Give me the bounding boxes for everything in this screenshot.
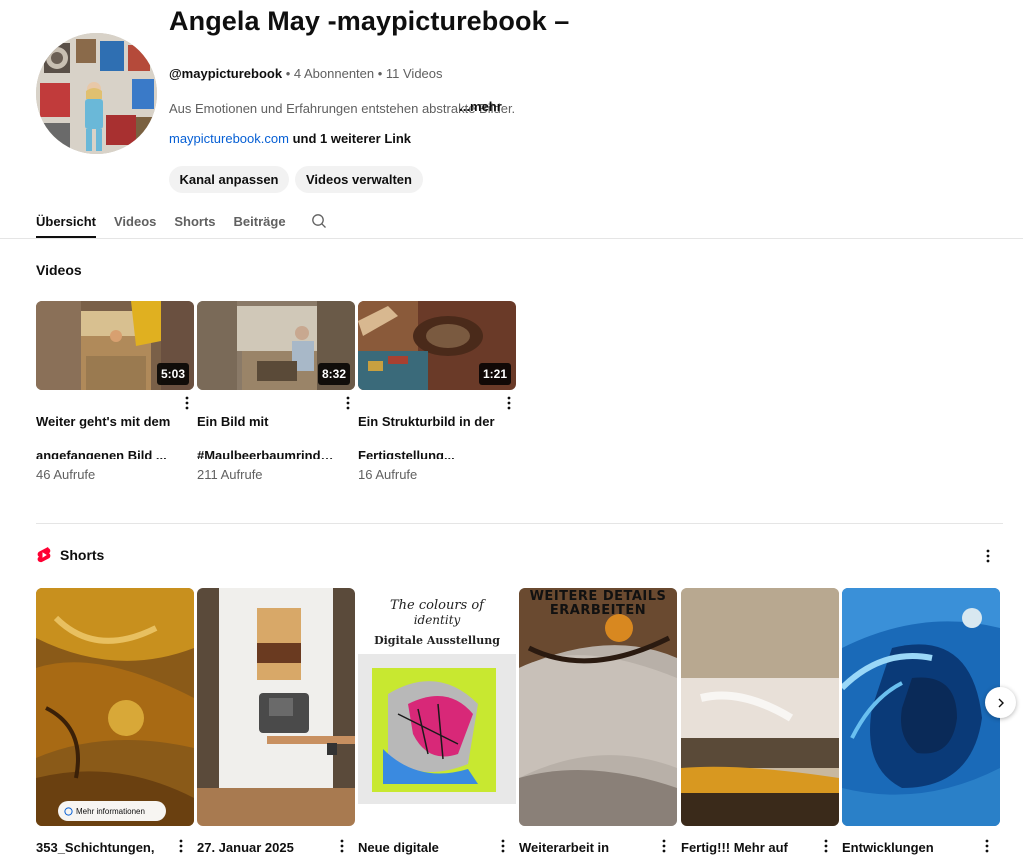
channel-title: Angela May -maypicturebook – <box>169 6 570 36</box>
video-card[interactable]: 5:03 Weiter geht's mit dem angefangenen B… <box>36 301 194 482</box>
short-thumbnail[interactable]: Mehr informationen <box>36 588 194 826</box>
video-duration: 1:21 <box>478 363 511 385</box>
channel-stats: • 4 Abonnenten • 11 Videos <box>282 66 443 81</box>
chevron-right-icon <box>998 698 1004 707</box>
video-views: 46 Aufrufe <box>36 467 96 482</box>
more-link[interactable]: ...mehr <box>459 99 502 114</box>
videos-section-title: Videos <box>36 262 82 278</box>
short-thumbnail[interactable]: The colours of identity Digitale Ausstel… <box>358 588 516 826</box>
channel-links: maypicturebook.com und 1 weiterer Link <box>169 131 411 146</box>
shorts-logo-icon <box>37 547 51 563</box>
shorts-section-header: Shorts <box>36 546 104 564</box>
short-title[interactable]: Weiterarbeit in <box>519 840 649 855</box>
more-vert-icon[interactable] <box>174 838 188 854</box>
short-title[interactable]: Entwicklungen <box>842 840 972 855</box>
search-icon[interactable] <box>302 204 336 238</box>
channel-avatar[interactable] <box>36 33 157 154</box>
poster-title-line1: The colours of <box>390 598 484 613</box>
more-links-button[interactable]: und 1 weiterer Link <box>289 131 411 146</box>
short-card[interactable]: Mehr informationen 353_Schichtungen, <box>36 588 194 855</box>
tabs-divider <box>0 238 1023 239</box>
more-vert-icon[interactable] <box>502 394 516 412</box>
more-vert-icon[interactable] <box>335 838 349 854</box>
poster-title-line2: identity <box>413 613 461 627</box>
short-card[interactable]: WEITERE DETAILS ERARBEITEN Weiterarbeit … <box>519 588 677 855</box>
more-vert-icon[interactable] <box>496 838 510 854</box>
more-vert-icon[interactable] <box>980 547 996 565</box>
video-thumbnail[interactable]: 8:32 <box>197 301 355 390</box>
short-title[interactable]: Fertig!!! Mehr auf <box>681 840 811 855</box>
short-title[interactable]: 27. Januar 2025 <box>197 840 327 855</box>
more-vert-icon[interactable] <box>819 838 833 854</box>
short-card[interactable]: Fertig!!! Mehr auf <box>681 588 839 855</box>
shorts-section-title: Shorts <box>60 547 105 563</box>
customize-channel-button[interactable]: Kanal anpassen <box>169 166 289 193</box>
video-duration: 8:32 <box>317 363 350 385</box>
short-thumbnail[interactable] <box>842 588 1000 826</box>
video-card[interactable]: 1:21 Ein Strukturbild in der Fertigstellu… <box>358 301 516 482</box>
channel-description[interactable]: Aus Emotionen und Erfahrungen entstehen … <box>169 99 560 116</box>
video-duration: 5:03 <box>156 363 189 385</box>
link-icon <box>64 806 73 816</box>
video-views: 211 Aufrufe <box>197 467 263 482</box>
more-info-chip[interactable]: Mehr informationen <box>58 801 166 821</box>
channel-website-link[interactable]: maypicturebook.com <box>169 131 289 146</box>
painting-artwork <box>358 654 516 804</box>
manage-videos-button[interactable]: Videos verwalten <box>295 166 423 193</box>
short-thumbnail[interactable]: WEITERE DETAILS ERARBEITEN <box>519 588 677 826</box>
channel-meta: @maypicturebook • 4 Abonnenten • 11 Vide… <box>169 66 443 81</box>
next-shorts-button[interactable] <box>985 687 1016 718</box>
short-overlay-text: WEITERE DETAILS ERARBEITEN <box>529 589 667 618</box>
video-card[interactable]: 8:32 Ein Bild mit #Maulbeerbaumrinde... 2… <box>197 301 355 482</box>
video-title[interactable]: Ein Bild mit #Maulbeerbaumrinde... <box>197 405 337 459</box>
video-thumbnail[interactable]: 5:03 <box>36 301 194 390</box>
tab-overview[interactable]: Übersicht <box>36 204 96 238</box>
video-title[interactable]: Weiter geht's mit dem angefangenen Bild .… <box>36 405 176 459</box>
short-title[interactable]: Neue digitale <box>358 840 488 855</box>
poster-subtitle: Digitale Ausstellung <box>374 634 500 647</box>
section-divider <box>36 523 1003 524</box>
channel-tabs: Übersicht Videos Shorts Beiträge <box>36 204 336 238</box>
short-card[interactable]: 27. Januar 2025 <box>197 588 355 855</box>
more-vert-icon[interactable] <box>180 394 194 412</box>
more-vert-icon[interactable] <box>341 394 355 412</box>
more-vert-icon[interactable] <box>980 838 994 854</box>
tab-posts[interactable]: Beiträge <box>234 204 286 238</box>
short-thumbnail[interactable] <box>197 588 355 826</box>
short-card[interactable]: The colours of identity Digitale Ausstel… <box>358 588 516 855</box>
tab-shorts[interactable]: Shorts <box>174 204 215 238</box>
more-vert-icon[interactable] <box>657 838 671 854</box>
short-card[interactable]: Entwicklungen <box>842 588 1000 855</box>
short-thumbnail[interactable] <box>681 588 839 826</box>
video-thumbnail[interactable]: 1:21 <box>358 301 516 390</box>
channel-handle: @maypicturebook <box>169 66 283 81</box>
video-views: 16 Aufrufe <box>358 467 418 482</box>
video-title[interactable]: Ein Strukturbild in der Fertigstellung... <box>358 405 498 459</box>
short-title[interactable]: 353_Schichtungen, <box>36 840 166 855</box>
tab-videos[interactable]: Videos <box>114 204 156 238</box>
